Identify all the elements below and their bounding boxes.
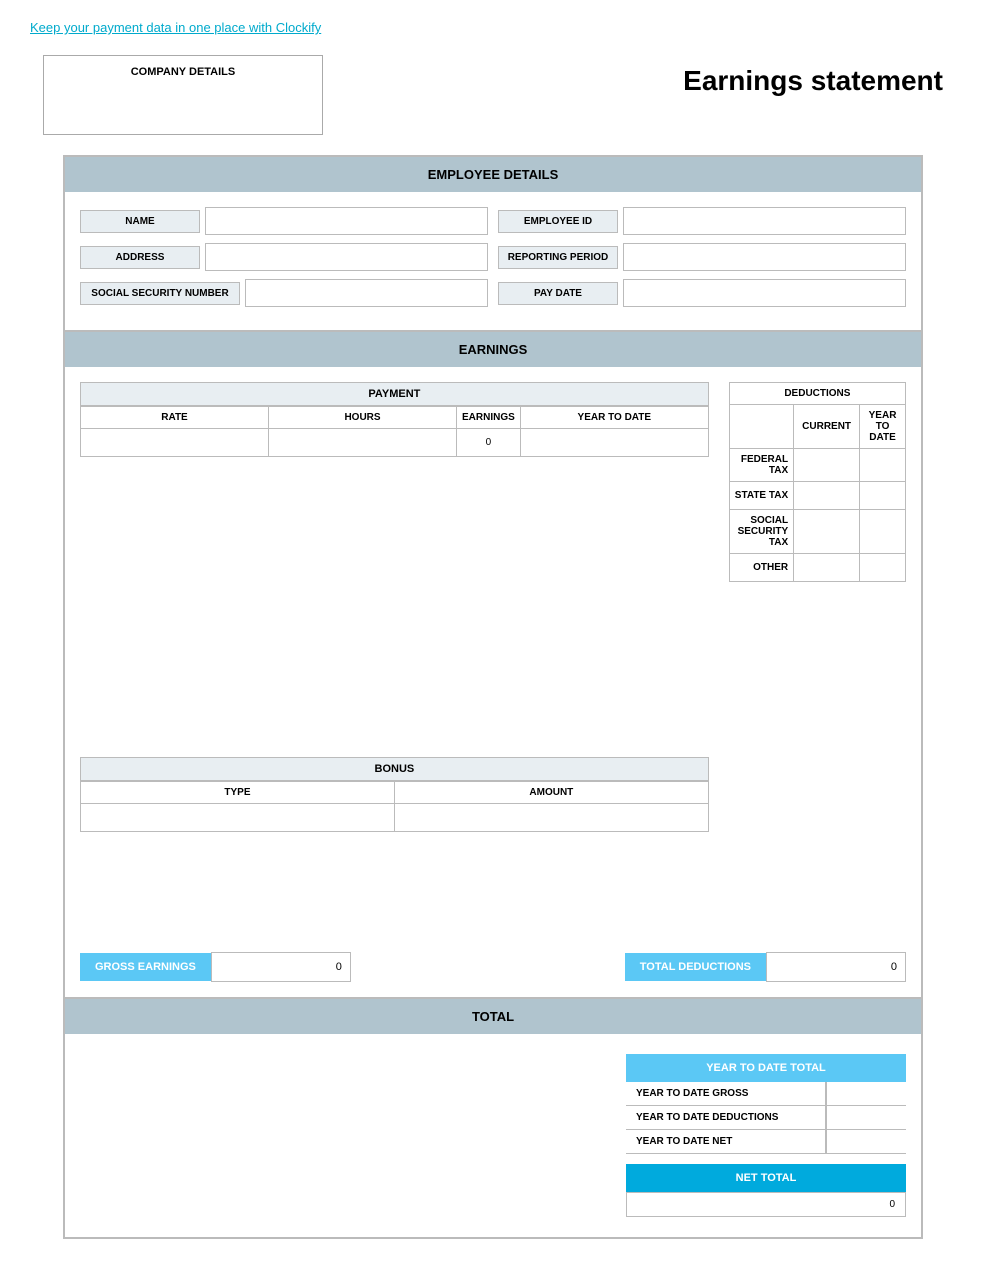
deduction-label-1: STATE TAX [729,482,793,510]
deduction-current-1[interactable] [794,482,860,510]
table-row [81,804,709,832]
deduction-ytd-1[interactable] [860,482,906,510]
total-section: TOTAL YEAR TO DATE TOTAL YEAR TO DATE GR… [64,998,922,1238]
bonus-amount-cell[interactable] [394,804,708,832]
payment-hours-cell[interactable] [269,429,457,457]
address-input[interactable] [205,243,488,271]
company-details-label: COMPANY DETAILS [54,66,312,78]
pay-date-field-row: PAY DATE [498,279,906,307]
company-box: COMPANY DETAILS [43,55,323,135]
reporting-period-field-row: REPORTING PERIOD [498,243,906,271]
deductions-table: DEDUCTIONS CURRENT YEAR TO DATE [729,382,906,582]
payment-earnings-col: EARNINGS [457,407,521,429]
gross-earnings-label: GROSS EARNINGS [80,953,211,981]
employee-details-header: EMPLOYEE DETAILS [65,157,921,192]
payment-hours-col: HOURS [269,407,457,429]
earnings-section: EARNINGS PAYMENT RATE HOURS [64,331,922,998]
payment-subsection: PAYMENT RATE HOURS EARNINGS YEAR TO DATE [80,382,709,732]
ytd-row-value-0[interactable] [826,1082,906,1105]
deductions-subsection: DEDUCTIONS CURRENT YEAR TO DATE [729,382,906,937]
pay-date-input[interactable] [623,279,906,307]
pay-date-label: PAY DATE [498,282,618,305]
deduction-current-0[interactable] [794,449,860,482]
deduction-label-2: SOCIAL SECURITY TAX [729,510,793,554]
ytd-row: YEAR TO DATE GROSS [626,1082,906,1106]
address-label: ADDRESS [80,246,200,269]
total-deductions-box: TOTAL DEDUCTIONS 0 [625,952,906,982]
table-row: FEDERAL TAX [729,449,905,482]
payment-ytd-cell[interactable] [520,429,708,457]
deduction-ytd-0[interactable] [860,449,906,482]
bonus-type-col: TYPE [81,782,395,804]
net-total-value: 0 [626,1192,906,1217]
ssn-label: SOCIAL SECURITY NUMBER [80,282,240,305]
name-field-row: NAME [80,207,488,235]
ytd-total-header: YEAR TO DATE TOTAL [626,1054,906,1082]
payment-ytd-col: YEAR TO DATE [520,407,708,429]
bonus-type-cell[interactable] [81,804,395,832]
employee-id-label: EMPLOYEE ID [498,210,618,233]
deduction-ytd-3[interactable] [860,554,906,582]
deduction-label-0: FEDERAL TAX [729,449,793,482]
payment-header: PAYMENT [80,382,709,406]
name-label: NAME [80,210,200,233]
total-deductions-value: 0 [766,952,906,982]
net-total-header: NET TOTAL [626,1164,906,1192]
table-row: STATE TAX [729,482,905,510]
ytd-row-label-0: YEAR TO DATE GROSS [626,1082,826,1105]
ssn-input[interactable] [245,279,488,307]
table-row: 0 [81,429,709,457]
payment-rate-col: RATE [81,407,269,429]
deduction-current-3[interactable] [794,554,860,582]
page-title: Earnings statement [683,55,943,97]
reporting-period-input[interactable] [623,243,906,271]
deduction-ytd-2[interactable] [860,510,906,554]
earnings-header: EARNINGS [65,332,921,367]
clockify-link[interactable]: Keep your payment data in one place with… [30,20,321,35]
totals-row: GROSS EARNINGS 0 TOTAL DEDUCTIONS 0 [80,952,906,982]
ytd-row: YEAR TO DATE DEDUCTIONS [626,1106,906,1130]
bonus-table: TYPE AMOUNT [80,781,709,832]
payment-table: RATE HOURS EARNINGS YEAR TO DATE [80,406,709,457]
gross-earnings-value: 0 [211,952,351,982]
deductions-current-col: CURRENT [794,405,860,449]
ssn-field-row: SOCIAL SECURITY NUMBER [80,279,488,307]
deductions-header-cell: DEDUCTIONS [729,383,905,405]
total-deductions-label: TOTAL DEDUCTIONS [625,953,766,981]
gross-earnings-box: GROSS EARNINGS 0 [80,952,351,982]
ytd-row-value-2[interactable] [826,1130,906,1153]
bonus-subsection: BONUS TYPE AMOUNT [80,757,709,937]
table-row: OTHER [729,554,905,582]
total-header: TOTAL [65,999,921,1034]
bonus-header: BONUS [80,757,709,781]
employee-details-section: EMPLOYEE DETAILS NAME ADDRESS [64,156,922,331]
payment-rate-cell[interactable] [81,429,269,457]
employee-id-field-row: EMPLOYEE ID [498,207,906,235]
bonus-amount-col: AMOUNT [394,782,708,804]
table-row: SOCIAL SECURITY TAX [729,510,905,554]
ytd-row-label-2: YEAR TO DATE NET [626,1130,826,1153]
name-input[interactable] [205,207,488,235]
deduction-current-2[interactable] [794,510,860,554]
employee-id-input[interactable] [623,207,906,235]
deductions-label-col [729,405,793,449]
deductions-ytd-col: YEAR TO DATE [860,405,906,449]
ytd-table-wrap: YEAR TO DATE TOTAL YEAR TO DATE GROSS YE… [626,1054,906,1217]
reporting-period-label: REPORTING PERIOD [498,246,618,269]
payment-earnings-cell: 0 [457,429,521,457]
ytd-row: YEAR TO DATE NET [626,1130,906,1154]
deduction-label-3: OTHER [729,554,793,582]
address-field-row: ADDRESS [80,243,488,271]
